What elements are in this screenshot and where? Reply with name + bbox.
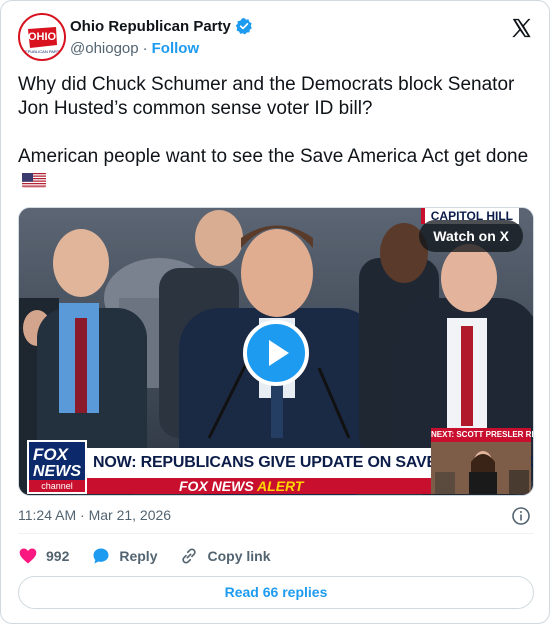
reply-button[interactable]: Reply	[91, 546, 157, 566]
info-icon[interactable]	[511, 506, 531, 526]
fox-news-logo: FOX NEWS channel	[27, 440, 87, 494]
video-player[interactable]: CAPITOL HILL Watch on X FOX NEWS channel…	[18, 207, 534, 496]
reply-bubble-icon	[93, 548, 109, 564]
link-icon	[182, 548, 197, 564]
copy-link-label: Copy link	[207, 548, 271, 564]
account-names: Ohio Republican Party @ohiogop · Follow	[70, 16, 253, 58]
inset-frame	[431, 442, 531, 494]
play-icon	[269, 340, 289, 366]
avatar[interactable]: OHIO REPUBLICAN PARTY	[18, 13, 66, 61]
alert-brand: FOX NEWS	[179, 478, 254, 494]
alert-text: FOX NEWS ALERT	[179, 478, 303, 494]
ohio-gop-logo: OHIO REPUBLICAN PARTY	[20, 15, 64, 59]
x-logo-icon[interactable]	[510, 17, 532, 39]
verified-badge-icon[interactable]	[235, 17, 253, 35]
copy-link-button[interactable]: Copy link	[179, 546, 271, 566]
follow-button[interactable]: Follow	[152, 40, 200, 57]
fox-logo-line1: FOX	[33, 445, 68, 464]
account-handle[interactable]: @ohiogop	[70, 40, 139, 57]
account-name[interactable]: Ohio Republican Party	[70, 18, 231, 35]
time-separator: ·	[80, 507, 85, 523]
watch-on-x-button[interactable]: Watch on X	[419, 220, 523, 252]
reply-label: Reply	[119, 548, 158, 564]
like-button[interactable]: 992	[18, 546, 69, 566]
next-up-thumbnail	[431, 442, 531, 494]
tweet-card: OHIO REPUBLICAN PARTY Ohio Republican Pa…	[0, 0, 550, 624]
alert-word: ALERT	[257, 478, 304, 494]
news-chyron: NOW: REPUBLICANS GIVE UPDATE ON SAVE AME…	[87, 448, 533, 478]
read-replies-button[interactable]: Read 66 replies	[18, 576, 534, 609]
handle-separator: ·	[142, 39, 148, 57]
heart-icon	[19, 548, 37, 564]
tweet-timestamp[interactable]: 11:24 AM · Mar 21, 2026	[18, 507, 171, 523]
tweet-date: Mar 21, 2026	[88, 507, 172, 523]
tweet-text: Why did Chuck Schumer and the Democrats …	[18, 73, 534, 193]
divider	[18, 533, 534, 534]
like-count: 992	[46, 548, 70, 564]
tweet-time: 11:24 AM	[18, 507, 77, 523]
us-flag-icon	[22, 172, 46, 188]
fox-logo-line3: channel	[29, 480, 85, 492]
avatar-subtext: REPUBLICAN PARTY	[22, 49, 62, 54]
next-up-label: NEXT: SCOTT PRESLER REACTS	[431, 428, 533, 442]
avatar-text: OHIO	[28, 31, 57, 43]
tweet-body: Why did Chuck Schumer and the Democrats …	[18, 74, 529, 167]
play-button[interactable]	[243, 320, 309, 386]
fox-logo-line2: NEWS	[33, 463, 81, 480]
tweet-actions: 992 Reply Copy link	[18, 544, 293, 568]
tweet-header: OHIO REPUBLICAN PARTY Ohio Republican Pa…	[18, 13, 534, 61]
